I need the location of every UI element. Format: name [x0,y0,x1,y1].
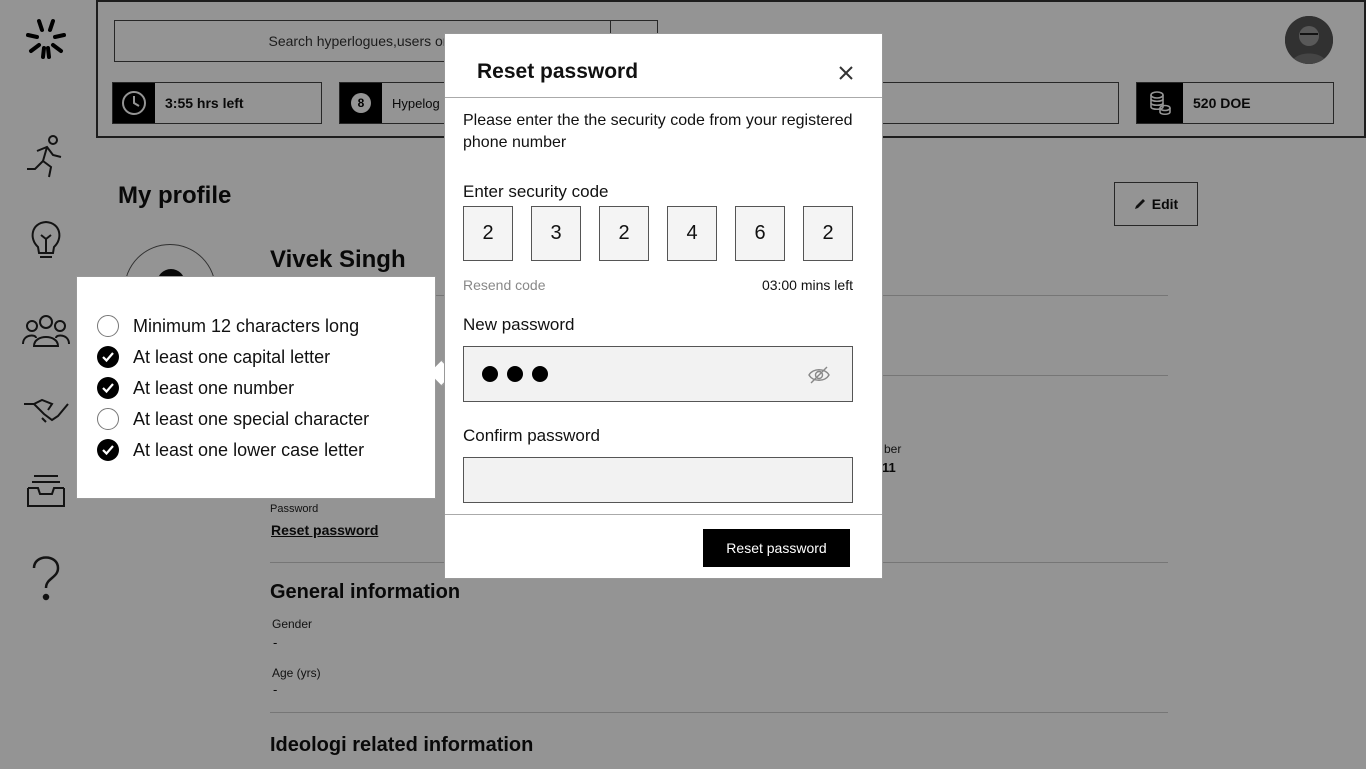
unchecked-circle-icon [97,315,119,337]
confirm-password-input[interactable] [463,457,853,503]
security-code-inputs: 2 3 2 4 6 2 [463,206,855,262]
eye-slash-icon[interactable] [808,365,830,385]
code-digit-input[interactable]: 2 [463,206,513,261]
new-password-label: New password [463,315,575,334]
password-requirements-popover: Minimum 12 characters long At least one … [76,276,436,499]
code-digit-input[interactable]: 3 [531,206,581,261]
checked-circle-icon [97,346,119,368]
requirement-item: At least one number [97,377,294,399]
requirement-label: Minimum 12 characters long [133,315,360,336]
code-digit-input[interactable]: 4 [667,206,717,261]
requirement-item: At least one lower case letter [97,439,364,461]
close-icon[interactable] [837,64,855,82]
reset-password-button[interactable]: Reset password [703,529,850,567]
requirement-item: Minimum 12 characters long [97,315,359,337]
checked-circle-icon [97,439,119,461]
modal-footer: Reset password [445,514,882,578]
code-digit-input[interactable]: 6 [735,206,785,261]
security-code-label: Enter security code [463,182,609,201]
resend-code-link[interactable]: Resend code [463,277,546,293]
requirement-label: At least one capital letter [133,346,331,367]
new-password-input[interactable] [463,346,853,402]
requirement-label: At least one special character [133,408,370,429]
code-timer: 03:00 mins left [761,277,853,293]
modal-title: Reset password [477,60,639,83]
intro-text: Please enter the the security code from … [463,112,853,151]
modal-header: Reset password [445,34,882,98]
code-digit-input[interactable]: 2 [803,206,853,261]
modal-body: Please enter the the security code from … [463,110,855,503]
requirement-item: At least one capital letter [97,346,330,368]
requirement-label: At least one lower case letter [133,439,365,460]
password-mask [482,366,548,382]
reset-password-modal: Reset password Please enter the the secu… [444,33,883,579]
unchecked-circle-icon [97,408,119,430]
confirm-password-label: Confirm password [463,426,600,445]
checked-circle-icon [97,377,119,399]
requirement-item: At least one special character [97,408,369,430]
requirement-label: At least one number [133,377,295,398]
code-digit-input[interactable]: 2 [599,206,649,261]
